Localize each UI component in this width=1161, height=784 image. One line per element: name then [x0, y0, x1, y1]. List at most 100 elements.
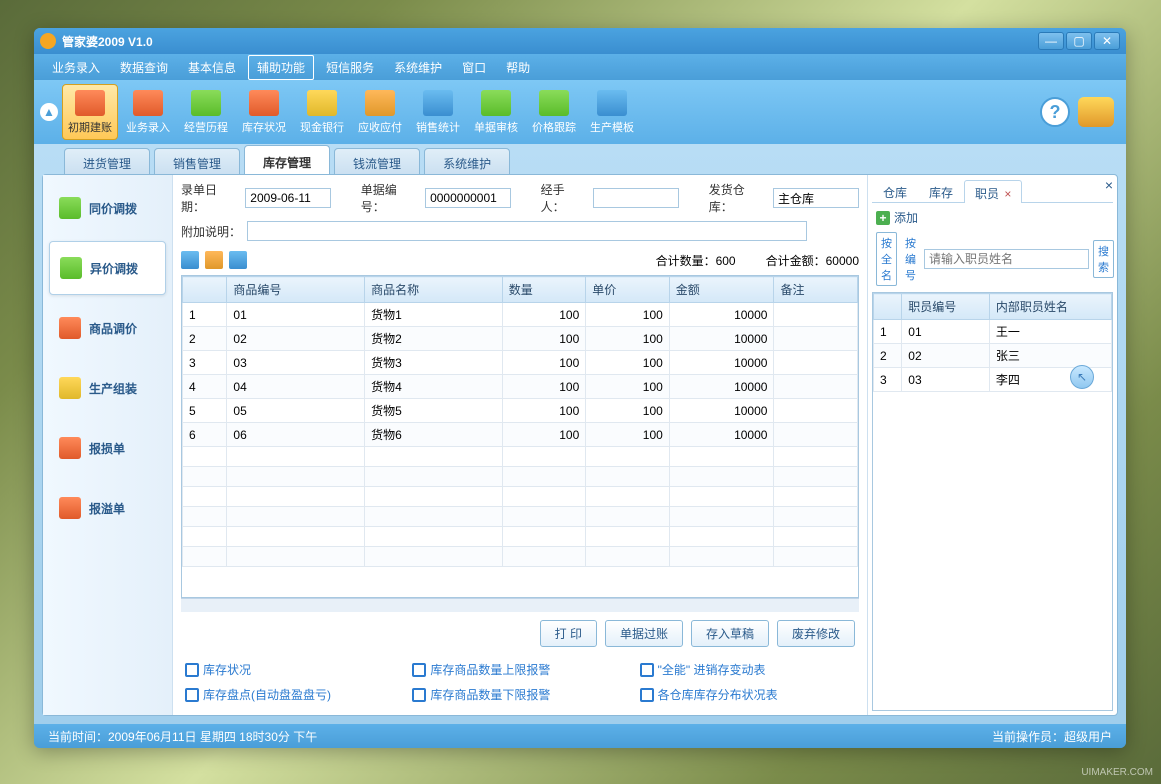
right-tab-2[interactable]: 职员 × — [964, 180, 1022, 203]
grid-header[interactable] — [183, 277, 227, 303]
table-row-empty[interactable] — [183, 507, 858, 527]
table-row-empty[interactable] — [183, 467, 858, 487]
pointer-badge-icon: ↖ — [1070, 365, 1094, 389]
table-row[interactable]: 202张三 — [874, 344, 1112, 368]
link-4[interactable]: 库存商品数量下限报警 — [412, 686, 627, 703]
link-label: 库存盘点(自动盘盈盘亏) — [203, 686, 331, 703]
side-label: 生产组装 — [89, 380, 137, 397]
tool-2[interactable]: 经营历程 — [178, 84, 234, 140]
menu-item-7[interactable]: 帮助 — [498, 56, 538, 79]
table-row[interactable]: 404货物410010010000 — [183, 375, 858, 399]
product-grid[interactable]: 商品编号商品名称数量单价金额备注101货物110010010000202货物21… — [181, 275, 859, 598]
grid-header[interactable]: 商品名称 — [365, 277, 503, 303]
tab-close-icon[interactable]: × — [1001, 187, 1011, 201]
sidebar-item-5[interactable]: 报溢单 — [49, 481, 166, 535]
grid-scrollbar[interactable] — [181, 598, 859, 612]
person-icon[interactable] — [229, 251, 247, 269]
search-button[interactable]: 搜索 — [1093, 240, 1114, 278]
menu-item-6[interactable]: 窗口 — [454, 56, 494, 79]
tool-4[interactable]: 现金银行 — [294, 84, 350, 140]
menu-item-1[interactable]: 数据查询 — [112, 56, 176, 79]
link-2[interactable]: "全能" 进销存变动表 — [640, 661, 855, 678]
table-row[interactable]: 606货物610010010000 — [183, 423, 858, 447]
table-row[interactable]: 303货物310010010000 — [183, 351, 858, 375]
grid-header[interactable]: 备注 — [774, 277, 858, 303]
note-input[interactable] — [247, 221, 807, 241]
right-tab-0[interactable]: 仓库 — [872, 179, 918, 202]
maximize-button[interactable]: ▢ — [1066, 32, 1092, 50]
sidebar-item-2[interactable]: 商品调价 — [49, 301, 166, 355]
main-tabs: 进货管理销售管理库存管理钱流管理系统维护 — [34, 144, 1126, 174]
close-button[interactable]: ✕ — [1094, 32, 1120, 50]
grid-header[interactable]: 数量 — [502, 277, 586, 303]
table-row-empty[interactable] — [183, 487, 858, 507]
table-row-empty[interactable] — [183, 447, 858, 467]
link-3[interactable]: 库存盘点(自动盘盈盘亏) — [185, 686, 400, 703]
link-icon — [185, 663, 199, 677]
handler-input[interactable] — [593, 188, 679, 208]
menu-item-4[interactable]: 短信服务 — [318, 56, 382, 79]
draft-button[interactable]: 存入草稿 — [691, 620, 769, 647]
menu-item-5[interactable]: 系统维护 — [386, 56, 450, 79]
help-button[interactable]: ? — [1040, 97, 1070, 127]
grid-header[interactable] — [874, 294, 902, 320]
link-label: 库存商品数量下限报警 — [430, 686, 550, 703]
menu-item-3[interactable]: 辅助功能 — [248, 55, 314, 80]
date-input[interactable] — [245, 188, 331, 208]
side-label: 报损单 — [89, 440, 125, 457]
discard-button[interactable]: 废弃修改 — [777, 620, 855, 647]
menu-item-2[interactable]: 基本信息 — [180, 56, 244, 79]
bycode-button[interactable]: 按编号 — [901, 233, 920, 285]
grid-header[interactable]: 商品编号 — [227, 277, 365, 303]
table-row[interactable]: 505货物510010010000 — [183, 399, 858, 423]
link-1[interactable]: 库存商品数量上限报警 — [412, 661, 627, 678]
tool-0[interactable]: 初期建账 — [62, 84, 118, 140]
logo-icon[interactable] — [1078, 97, 1114, 127]
right-tab-1[interactable]: 库存 — [918, 179, 964, 202]
tool-label: 经营历程 — [184, 119, 228, 135]
tool-icon — [75, 90, 105, 116]
tool-icon — [539, 90, 569, 116]
table-row[interactable]: 101王一 — [874, 320, 1112, 344]
table-row-empty[interactable] — [183, 527, 858, 547]
titlebar[interactable]: 管家婆2009 V1.0 — ▢ ✕ — [34, 28, 1126, 54]
link-0[interactable]: 库存状况 — [185, 661, 400, 678]
tool-6[interactable]: 销售统计 — [410, 84, 466, 140]
tool-5[interactable]: 应收应付 — [352, 84, 408, 140]
grid-header[interactable]: 单价 — [586, 277, 670, 303]
byname-button[interactable]: 按全名 — [876, 232, 897, 286]
link-label: 库存商品数量上限报警 — [430, 661, 550, 678]
sidebar-item-4[interactable]: 报损单 — [49, 421, 166, 475]
menu-item-0[interactable]: 业务录入 — [44, 56, 108, 79]
menubar: 业务录入数据查询基本信息辅助功能短信服务系统维护窗口帮助 — [34, 54, 1126, 80]
tool-1[interactable]: 业务录入 — [120, 84, 176, 140]
doc-input[interactable] — [425, 188, 511, 208]
link-5[interactable]: 各仓库库存分布状况表 — [640, 686, 855, 703]
sidebar-item-1[interactable]: 异价调拨 — [49, 241, 166, 295]
print-button[interactable]: 打 印 — [540, 620, 597, 647]
collapse-toolbar-button[interactable]: ▲ — [40, 103, 58, 121]
tool-8[interactable]: 价格跟踪 — [526, 84, 582, 140]
grid-header[interactable]: 金额 — [669, 277, 774, 303]
tool-7[interactable]: 单据审核 — [468, 84, 524, 140]
grid-header[interactable]: 内部职员姓名 — [989, 294, 1111, 320]
search-input[interactable] — [924, 249, 1089, 269]
staff-grid[interactable]: 职员编号内部职员姓名101王一202张三303李四 ↖ — [872, 292, 1113, 711]
minimize-button[interactable]: — — [1038, 32, 1064, 50]
sidebar-item-0[interactable]: 同价调拨 — [49, 181, 166, 235]
tool-9[interactable]: 生产模板 — [584, 84, 640, 140]
add-button[interactable]: + 添加 — [872, 203, 1113, 232]
post-button[interactable]: 单据过账 — [605, 620, 683, 647]
status-time: 当前时间：2009年06月11日 星期四 18时30分 下午 — [48, 728, 317, 745]
grid-header[interactable]: 职员编号 — [902, 294, 990, 320]
table-row[interactable]: 101货物110010010000 — [183, 303, 858, 327]
sidebar-item-3[interactable]: 生产组装 — [49, 361, 166, 415]
detail-icon[interactable] — [205, 251, 223, 269]
warehouse-input[interactable] — [773, 188, 859, 208]
tool-3[interactable]: 库存状况 — [236, 84, 292, 140]
panel-close-button[interactable]: × — [1105, 177, 1113, 193]
table-row[interactable]: 202货物210010010000 — [183, 327, 858, 351]
table-row-empty[interactable] — [183, 547, 858, 567]
building-icon[interactable] — [181, 251, 199, 269]
main-tab-2[interactable]: 库存管理 — [244, 145, 330, 175]
